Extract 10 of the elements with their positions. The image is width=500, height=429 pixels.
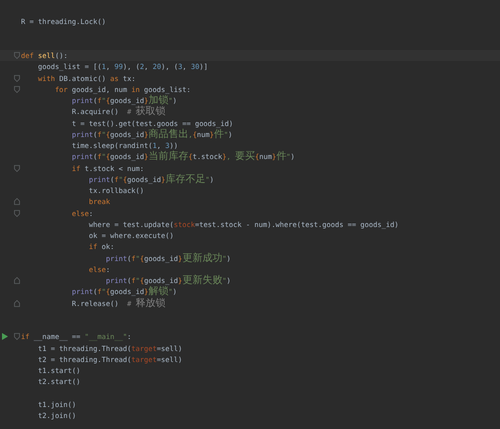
fold-icon[interactable] [14,277,20,284]
run-icon[interactable] [2,333,8,340]
fold-icon[interactable] [14,198,20,206]
fold-icon[interactable] [14,164,20,172]
fold-icon[interactable] [14,210,20,216]
fold-icon[interactable] [14,300,20,306]
fold-icon[interactable] [14,86,20,93]
fold-icon[interactable] [14,74,20,82]
fold-icon[interactable] [14,52,20,59]
fold-icon[interactable] [14,333,20,340]
